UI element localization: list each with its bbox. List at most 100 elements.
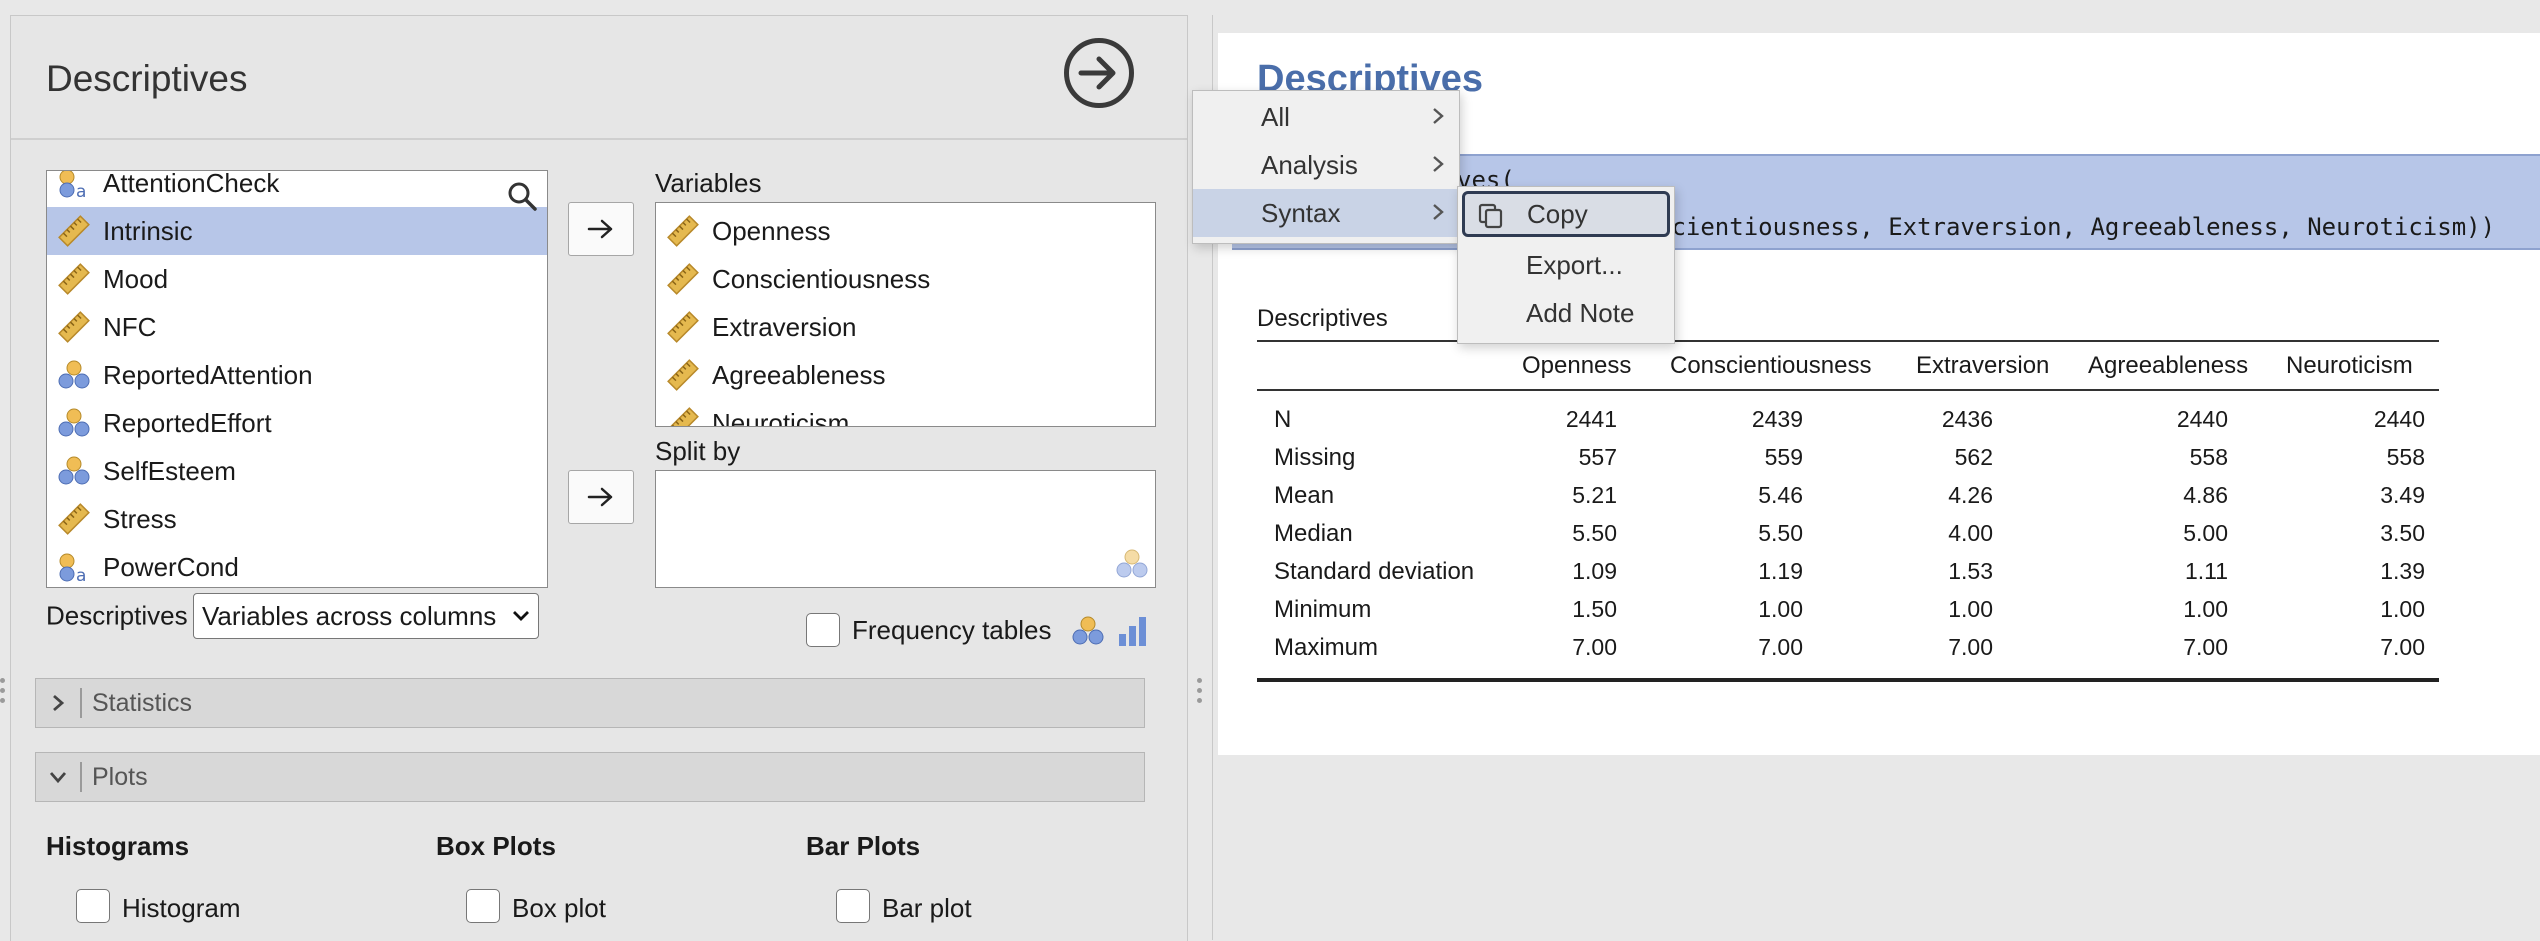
header-divider <box>11 138 1187 140</box>
chevron-down-icon <box>513 611 529 621</box>
chevron-right-icon <box>1433 204 1444 220</box>
table-cell: 5.46 <box>1758 482 1803 508</box>
table-cell: 2441 <box>1565 406 1617 432</box>
nominal-text-icon: a <box>59 171 86 200</box>
row-label: Median <box>1274 520 1353 547</box>
table-cell: 1.50 <box>1572 596 1617 622</box>
variable-label: Intrinsic <box>103 215 193 246</box>
table-cell: 562 <box>1954 444 1993 470</box>
plots-section-header[interactable]: Plots <box>35 752 1145 802</box>
variable-label: Mood <box>103 263 169 294</box>
table-cell: 2440 <box>2373 406 2425 432</box>
table-cell: 7.00 <box>2380 634 2425 660</box>
column-header: Extraversion <box>1916 352 2050 379</box>
table-cell: 2439 <box>1751 406 1803 432</box>
table-cell: 559 <box>1764 444 1803 470</box>
variables-target-list[interactable]: Openness Conscientiousness Extraversion … <box>655 202 1156 427</box>
nominal-circles-icon <box>58 456 90 485</box>
table-rule <box>1257 389 2439 391</box>
table-cell: 7.00 <box>1758 634 1803 660</box>
nominal-circles-icon <box>58 360 90 389</box>
table-cell: 4.26 <box>1948 482 1993 508</box>
menu-item-copy[interactable]: Copy <box>1462 191 1670 237</box>
list-item[interactable]: Neuroticism <box>656 399 1155 426</box>
row-label: Minimum <box>1274 596 1372 623</box>
bar-chart-icon <box>1119 617 1146 646</box>
menu-item-all[interactable]: All <box>1193 93 1459 141</box>
histograms-heading: Histograms <box>46 831 190 861</box>
list-item[interactable]: Openness <box>656 207 1155 255</box>
table-cell: 5.21 <box>1572 482 1617 508</box>
frequency-tables-checkbox[interactable] <box>806 613 840 647</box>
continuous-ruler-icon <box>58 503 90 535</box>
table-cell: 1.11 <box>2184 558 2228 584</box>
table-cell: 1.53 <box>1948 558 1993 584</box>
table-cell: 1.00 <box>1948 596 1993 622</box>
list-item[interactable]: ReportedAttention <box>47 351 547 399</box>
table-cell: 3.49 <box>2380 482 2425 508</box>
list-item[interactable]: a PowerCond <box>47 543 547 587</box>
table-cell: 1.00 <box>2380 596 2425 622</box>
menu-item-add-note[interactable]: Add Note <box>1458 289 1674 337</box>
box-plot-checkbox[interactable] <box>466 889 500 923</box>
bar-plot-checkbox[interactable] <box>836 889 870 923</box>
variable-label: Stress <box>103 503 177 534</box>
list-item[interactable]: ReportedEffort <box>47 399 547 447</box>
syntax-submenu: Copy Export... Add Note <box>1457 186 1675 344</box>
arrow-right-circle-icon <box>1078 56 1116 90</box>
list-item[interactable]: SelfEsteem <box>47 447 547 495</box>
panel-title: Descriptives <box>46 58 248 99</box>
table-cell: 1.00 <box>2183 596 2228 622</box>
table-cell: 558 <box>2189 444 2228 470</box>
row-label: Standard deviation <box>1274 558 1475 585</box>
table-cell: 558 <box>2386 444 2425 470</box>
table-cell: 5.50 <box>1572 520 1617 546</box>
descriptives-layout-label: Descriptives <box>46 600 188 631</box>
table-cell: 7.00 <box>1572 634 1617 660</box>
column-header: Openness <box>1522 352 1632 379</box>
source-variable-list[interactable]: a AttentionCheck Intrinsic Mood NFC Repo… <box>46 170 548 588</box>
histogram-label: Histogram <box>122 893 241 923</box>
search-icon[interactable] <box>505 179 539 213</box>
histogram-checkbox[interactable] <box>76 889 110 923</box>
table-cell: 1.39 <box>2380 558 2425 584</box>
move-to-split-by-button[interactable] <box>568 470 634 524</box>
column-header: Conscientiousness <box>1670 352 1872 379</box>
move-to-variables-button[interactable] <box>568 202 634 256</box>
list-item[interactable]: Intrinsic <box>47 207 547 255</box>
run-analysis-button[interactable] <box>1064 38 1134 108</box>
table-cell: 1.09 <box>1572 558 1617 584</box>
split-by-list[interactable] <box>655 470 1156 588</box>
variable-label: NFC <box>103 311 157 342</box>
menu-item-analysis[interactable]: Analysis <box>1193 141 1459 189</box>
list-item[interactable]: Mood <box>47 255 547 303</box>
row-label: Mean <box>1274 482 1335 509</box>
menu-item-syntax[interactable]: Syntax <box>1193 189 1459 237</box>
box-plot-label: Box plot <box>512 893 606 923</box>
column-header: Neuroticism <box>2286 352 2413 379</box>
list-item[interactable]: Agreeableness <box>656 351 1155 399</box>
menu-item-export[interactable]: Export... <box>1458 241 1674 289</box>
copy-icon <box>1478 203 1503 229</box>
variable-label: Openness <box>712 215 831 246</box>
descriptives-layout-select[interactable]: Variables across columns <box>193 593 539 639</box>
variable-label: Conscientiousness <box>712 263 931 294</box>
panel-splitter-handle[interactable] <box>1197 678 1203 708</box>
table-cell: 2436 <box>1941 406 1993 432</box>
panel-splitter-handle[interactable] <box>0 678 6 708</box>
list-item[interactable]: a AttentionCheck <box>47 171 547 207</box>
row-label: Maximum <box>1274 634 1379 661</box>
list-item[interactable]: Stress <box>47 495 547 543</box>
list-item[interactable]: Conscientiousness <box>656 255 1155 303</box>
bar-plots-heading: Bar Plots <box>806 831 921 861</box>
statistics-section-header[interactable]: Statistics <box>35 678 1145 728</box>
table-cell: 1.19 <box>1758 558 1803 584</box>
list-item[interactable]: NFC <box>47 303 547 351</box>
list-item[interactable]: Extraversion <box>656 303 1155 351</box>
variable-label: ReportedEffort <box>103 407 272 438</box>
continuous-ruler-icon <box>667 359 699 391</box>
table-rule <box>1257 340 2439 342</box>
variable-label: PowerCond <box>103 551 239 582</box>
table-cell: 5.00 <box>2183 520 2228 546</box>
nominal-circles-icon <box>58 408 90 437</box>
